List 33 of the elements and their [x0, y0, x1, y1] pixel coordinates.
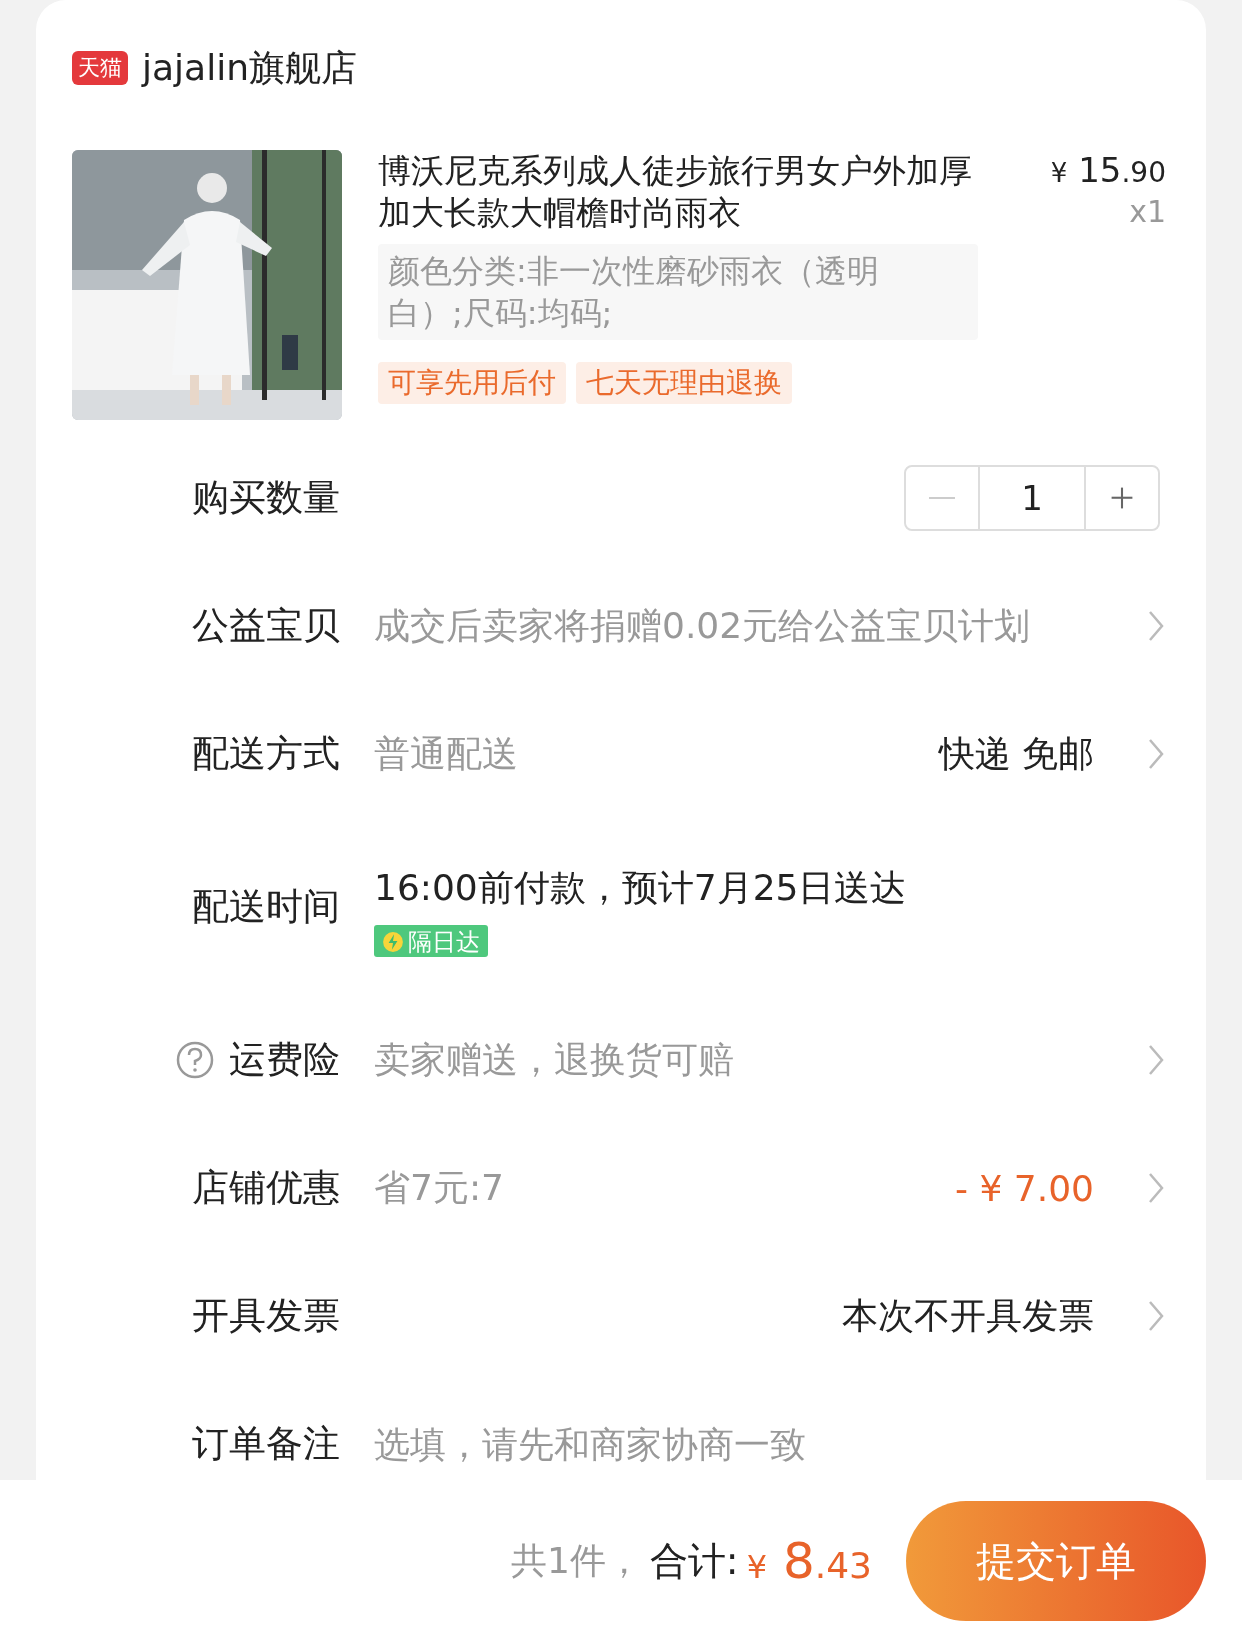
row-label: 店铺优惠	[192, 1165, 340, 1211]
service-tag: 七天无理由退换	[576, 362, 792, 404]
row-label: 开具发票	[192, 1293, 340, 1339]
delivery-estimate: 16:00前付款，预计7月25日送达	[374, 865, 907, 910]
row-label: 配送时间	[192, 884, 340, 930]
total-label: 合计:	[649, 1537, 739, 1585]
sku-text: 颜色分类:非一次性磨砂雨衣（透明白）;尺码:均码;	[378, 244, 978, 340]
row-label: 购买数量	[192, 475, 340, 521]
minus-icon	[929, 496, 955, 500]
plus-icon	[1109, 485, 1135, 511]
total-price: ¥ 8.43	[746, 1532, 872, 1590]
item-quantity: x1	[1129, 194, 1166, 229]
store-badge: 天猫	[72, 51, 128, 85]
row-value: 成交后卖家将捐赠0.02元给公益宝贝计划	[374, 603, 1031, 648]
service-tag: 可享先用后付	[378, 362, 566, 404]
row-detail: 快递 免邮	[938, 731, 1094, 776]
discount-amount: - ¥ 7.00	[955, 1167, 1094, 1209]
row-value: 卖家赠送，退换货可赔	[374, 1037, 734, 1082]
lightning-icon	[382, 930, 404, 953]
row-label: 订单备注	[192, 1421, 340, 1467]
row-label: 公益宝贝	[192, 603, 340, 649]
item-count: 共1件，	[510, 1538, 642, 1583]
help-icon[interactable]	[175, 1040, 215, 1080]
row-detail: 本次不开具发票	[842, 1293, 1094, 1338]
next-day-badge: 隔日达	[374, 924, 488, 957]
unit-price: ¥ 15.90	[1050, 150, 1166, 190]
row-value: 普通配送	[374, 731, 518, 776]
row-label: 配送方式	[192, 731, 340, 777]
product-title: 博沃尼克系列成人徒步旅行男女户外加厚加大长款大帽檐时尚雨衣	[378, 150, 973, 234]
row-value: 省7元:7	[374, 1165, 504, 1210]
note-field[interactable]: 选填，请先和商家协商一致	[374, 1423, 1166, 1465]
store-name: jajalin旗舰店	[142, 45, 357, 90]
row-label: 运费险	[229, 1037, 340, 1083]
